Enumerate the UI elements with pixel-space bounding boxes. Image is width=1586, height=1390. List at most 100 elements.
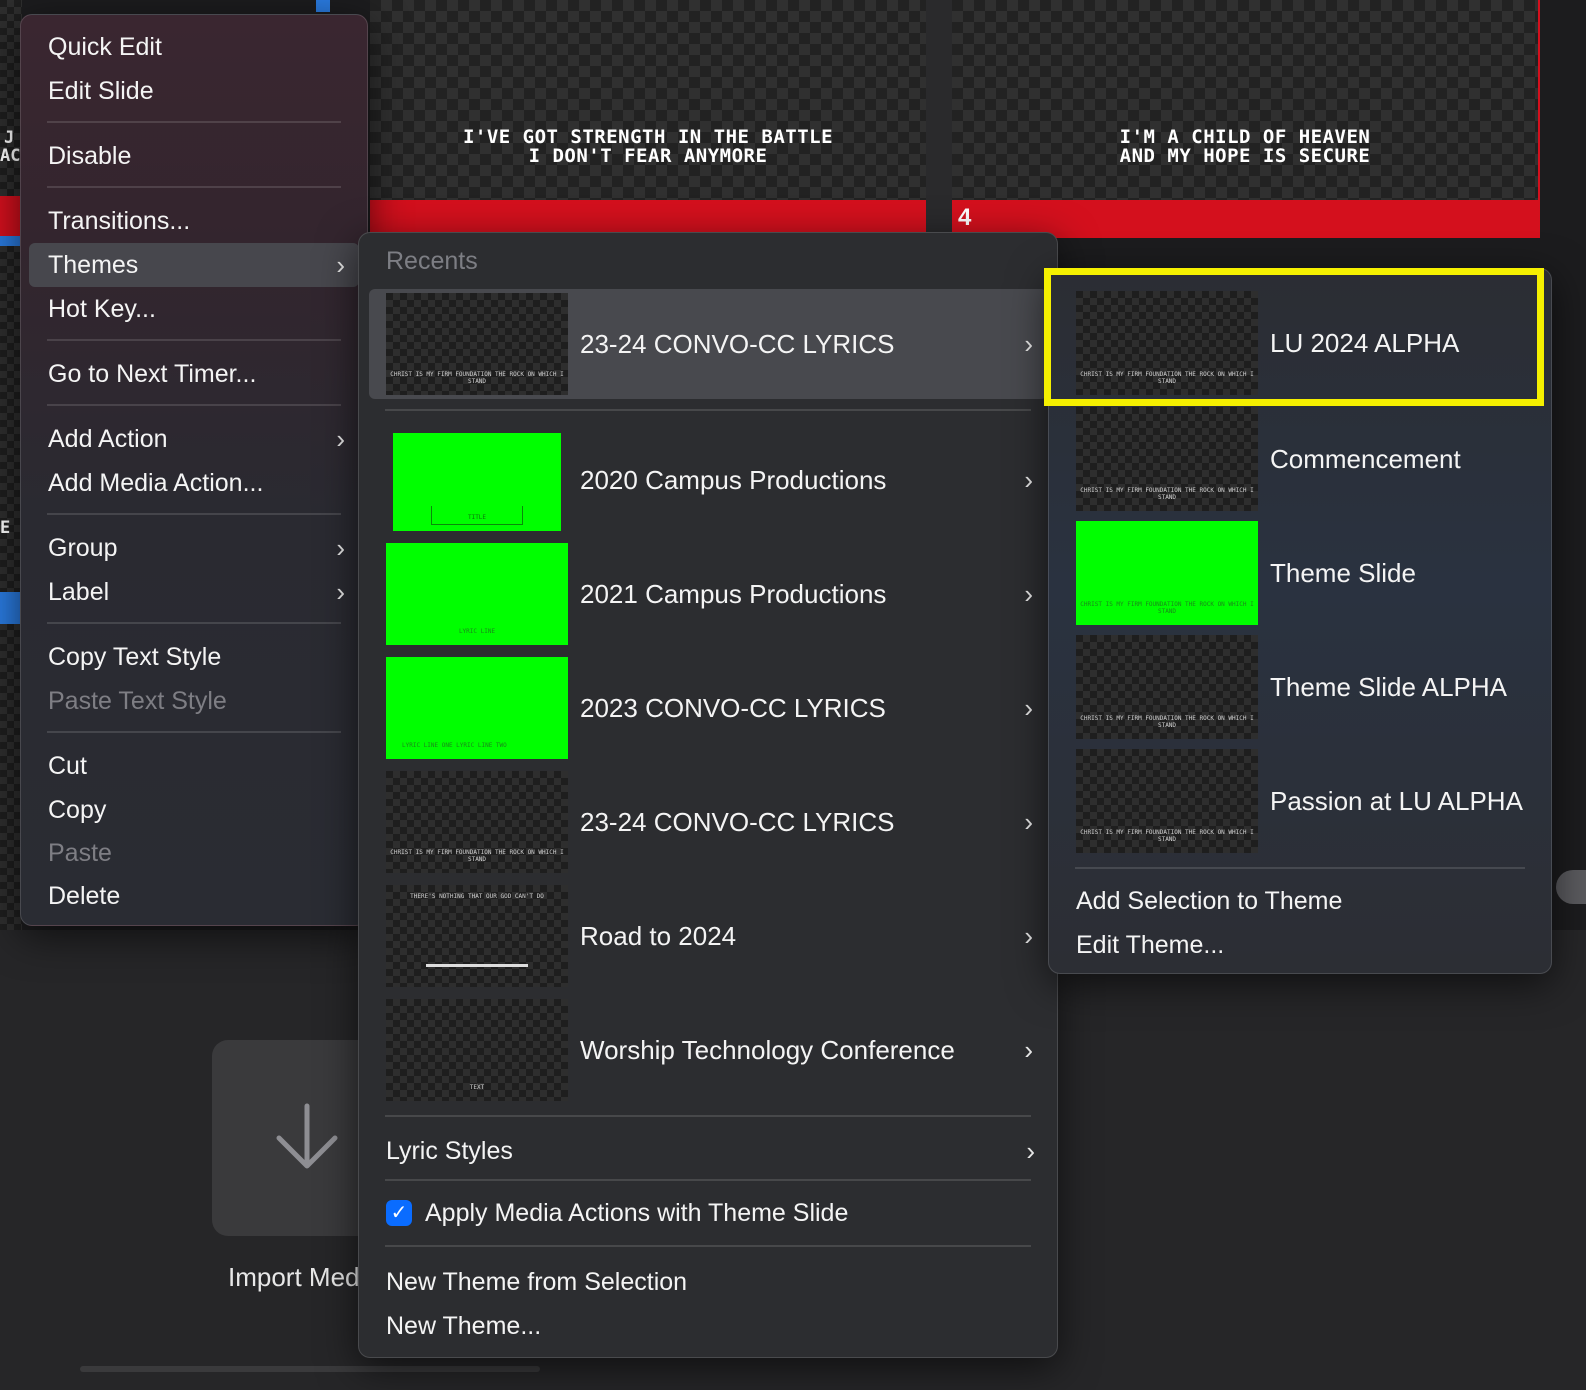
- playhead-marker: [316, 0, 330, 12]
- slide-preview: [952, 0, 1538, 200]
- menu-separator: [47, 186, 341, 188]
- theme-item[interactable]: LYRIC LINE ONE LYRIC LINE TWO 2023 CONVO…: [369, 653, 1047, 763]
- theme-slide-item[interactable]: CHRIST IS MY FIRM FOUNDATION THE ROCK ON…: [1059, 517, 1541, 629]
- arrow-down-icon: [276, 1103, 338, 1169]
- menu-separator: [47, 622, 341, 624]
- thumbnail-text: LYRIC LINE ONE LYRIC LINE TWO: [402, 742, 507, 749]
- theme-thumbnail: THERE'S NOTHING THAT OUR GOD CAN'T DO: [386, 885, 568, 987]
- menu-item-label: Paste Text Style: [48, 687, 227, 715]
- thumbnail-bar: [426, 964, 528, 967]
- menu-item-disable[interactable]: Disable: [21, 134, 367, 178]
- theme-slide-label: Theme Slide ALPHA: [1270, 672, 1508, 702]
- themes-submenu: Recents CHRIST IS MY FIRM FOUNDATION THE…: [358, 232, 1058, 1358]
- theme-item[interactable]: LYRIC LINE 2021 Campus Productions ›: [369, 539, 1047, 649]
- menu-item-cut[interactable]: Cut: [21, 744, 367, 788]
- menu-separator: [47, 404, 341, 406]
- chevron-right-icon: ›: [1024, 465, 1033, 495]
- slide-gutter: [926, 0, 952, 236]
- theme-item[interactable]: TEXT Worship Technology Conference ›: [369, 995, 1047, 1105]
- theme-slide-label: Passion at LU ALPHA: [1270, 786, 1523, 816]
- menu-separator: [1075, 867, 1525, 869]
- theme-label: 2021 Campus Productions: [580, 579, 887, 609]
- menu-separator: [47, 339, 341, 341]
- menu-item-themes[interactable]: Themes ›: [29, 243, 359, 287]
- left-slide-bar: [0, 196, 22, 236]
- theme-slide-thumbnail: CHRIST IS MY FIRM FOUNDATION THE ROCK ON…: [1076, 635, 1258, 739]
- menu-item-hot-key[interactable]: Hot Key...: [21, 287, 367, 331]
- menu-item-label: Hot Key...: [48, 295, 156, 323]
- menu-item-new-theme-from-selection[interactable]: New Theme from Selection: [359, 1260, 1057, 1304]
- slide-thumbnail[interactable]: I'M A CHILD OF HEAVEN AND MY HOPE IS SEC…: [950, 0, 1540, 238]
- menu-separator: [385, 409, 1031, 411]
- chevron-right-icon: ›: [336, 577, 345, 607]
- menu-item-paste: Paste: [21, 831, 367, 875]
- chevron-right-icon: ›: [1024, 807, 1033, 837]
- slide-lyrics: I'VE GOT STRENGTH IN THE BATTLE I DON'T …: [462, 126, 834, 167]
- menu-item-label: Label: [48, 578, 110, 606]
- menu-item-label: Edit Slide: [48, 77, 154, 105]
- menu-item-add-selection-to-theme[interactable]: Add Selection to Theme: [1049, 879, 1551, 923]
- theme-label: 23-24 CONVO-CC LYRICS: [580, 807, 895, 837]
- left-fragment-1: J: [4, 128, 15, 148]
- slide-thumbnail[interactable]: I'VE GOT STRENGTH IN THE BATTLE I DON'T …: [370, 0, 926, 236]
- scrollbar[interactable]: [80, 1366, 540, 1372]
- menu-item-label-submenu[interactable]: Label ›: [21, 570, 367, 614]
- slide-number: 4: [958, 204, 972, 231]
- menu-item-label: Quick Edit: [48, 33, 162, 61]
- theme-item[interactable]: TITLE 2020 Campus Productions ›: [369, 425, 1047, 535]
- theme-slide-thumbnail: CHRIST IS MY FIRM FOUNDATION THE ROCK ON…: [1076, 749, 1258, 853]
- menu-item-label: Copy: [48, 796, 107, 824]
- theme-slide-item[interactable]: CHRIST IS MY FIRM FOUNDATION THE ROCK ON…: [1059, 631, 1541, 743]
- menu-item-new-theme[interactable]: New Theme...: [359, 1304, 1057, 1348]
- left-fragment-3: E: [0, 518, 11, 538]
- scroll-handle[interactable]: [1556, 870, 1586, 904]
- menu-item-transitions[interactable]: Transitions...: [21, 199, 367, 243]
- import-media-label: Import Med: [228, 1262, 360, 1292]
- menu-item-edit-slide[interactable]: Edit Slide: [21, 69, 367, 113]
- theme-item-recent[interactable]: CHRIST IS MY FIRM FOUNDATION THE ROCK ON…: [369, 289, 1047, 399]
- left-slide-accent: [0, 236, 22, 246]
- menu-item-label: New Theme...: [386, 1312, 542, 1340]
- menu-item-copy-text-style[interactable]: Copy Text Style: [21, 635, 367, 679]
- menu-separator: [385, 1179, 1031, 1181]
- theme-thumbnail: TITLE: [393, 433, 561, 531]
- left-slide-strip: J AC E: [0, 0, 22, 930]
- apply-media-actions-checkbox[interactable]: ✓ Apply Media Actions with Theme Slide: [359, 1191, 1057, 1235]
- menu-item-label: Transitions...: [48, 207, 191, 235]
- menu-item-label: Go to Next Timer...: [48, 360, 257, 388]
- menu-item-label: Add Action: [48, 425, 168, 453]
- theme-label: 2020 Campus Productions: [580, 465, 887, 495]
- chevron-right-icon: ›: [336, 424, 345, 454]
- menu-item-label: Group: [48, 534, 118, 562]
- left-fragment-2: AC: [0, 146, 21, 166]
- menu-item-group[interactable]: Group ›: [21, 526, 367, 570]
- checkmark-icon[interactable]: ✓: [386, 1200, 412, 1226]
- chevron-right-icon: ›: [1026, 1136, 1035, 1166]
- menu-item-add-action[interactable]: Add Action ›: [21, 417, 367, 461]
- slide-label-bar: [370, 200, 926, 236]
- menu-item-label: Cut: [48, 752, 87, 780]
- menu-item-label: Disable: [48, 142, 132, 170]
- menu-item-edit-theme[interactable]: Edit Theme...: [1049, 923, 1551, 967]
- menu-separator: [47, 121, 341, 123]
- menu-item-copy[interactable]: Copy: [21, 788, 367, 832]
- recents-header: Recents: [386, 247, 478, 275]
- theme-item[interactable]: CHRIST IS MY FIRM FOUNDATION THE ROCK ON…: [369, 767, 1047, 877]
- theme-slide-item[interactable]: CHRIST IS MY FIRM FOUNDATION THE ROCK ON…: [1059, 745, 1541, 857]
- theme-thumbnail: CHRIST IS MY FIRM FOUNDATION THE ROCK ON…: [386, 293, 568, 395]
- menu-separator: [385, 1245, 1031, 1247]
- chevron-right-icon: ›: [1024, 579, 1033, 609]
- menu-item-add-media-action[interactable]: Add Media Action...: [21, 461, 367, 505]
- theme-label: Road to 2024: [580, 921, 737, 951]
- menu-item-delete[interactable]: Delete: [21, 874, 367, 918]
- menu-separator: [47, 513, 341, 515]
- theme-thumbnail: LYRIC LINE ONE LYRIC LINE TWO: [386, 657, 568, 759]
- theme-slide-item[interactable]: CHRIST IS MY FIRM FOUNDATION THE ROCK ON…: [1059, 403, 1541, 515]
- thumbnail-text: THERE'S NOTHING THAT OUR GOD CAN'T DO: [410, 893, 544, 900]
- menu-item-quick-edit[interactable]: Quick Edit: [21, 25, 367, 69]
- context-menu: Quick Edit Edit Slide Disable Transition…: [20, 14, 368, 926]
- theme-item[interactable]: THERE'S NOTHING THAT OUR GOD CAN'T DO Ro…: [369, 881, 1047, 991]
- theme-thumbnail: CHRIST IS MY FIRM FOUNDATION THE ROCK ON…: [386, 771, 568, 873]
- menu-item-lyric-styles[interactable]: Lyric Styles ›: [359, 1129, 1057, 1173]
- menu-item-go-to-next-timer[interactable]: Go to Next Timer...: [21, 352, 367, 396]
